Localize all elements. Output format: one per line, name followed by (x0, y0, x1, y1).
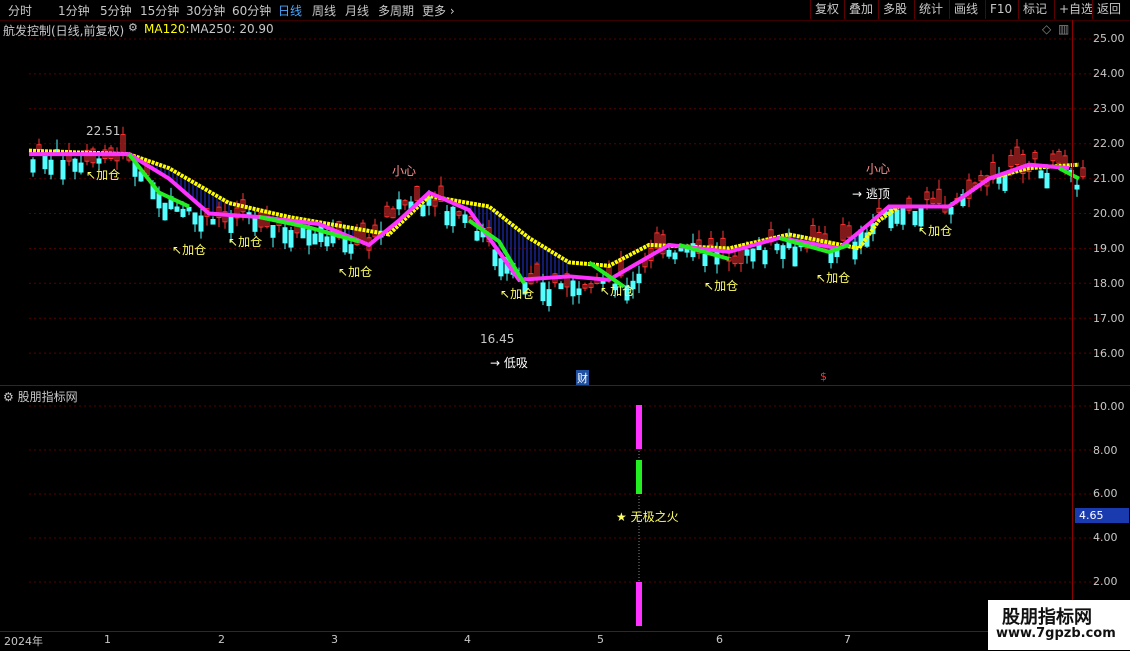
multi-stock-button[interactable]: 多股 (878, 0, 911, 19)
high-price-marker: 22.51 (86, 124, 121, 138)
y-tick: 23.00 (1093, 102, 1125, 115)
date-tick: 3 (331, 633, 338, 646)
f10-button[interactable]: F10 (985, 0, 1016, 19)
tab-monthly[interactable]: 月线 (345, 2, 369, 19)
chevron-right-icon: › (449, 4, 455, 18)
y-tick: 10.00 (1093, 400, 1125, 413)
add-position-text: 加仓 (182, 243, 207, 257)
date-axis: 2024年 1 2 3 4 5 6 7 (0, 631, 1072, 651)
date-tick: 5 (597, 633, 604, 646)
overlay-button[interactable]: 叠加 (844, 0, 877, 19)
finance-marker[interactable]: 财 (576, 370, 589, 386)
tab-60min[interactable]: 60分钟 (232, 2, 271, 19)
add-position-text: 加仓 (826, 271, 851, 285)
add-position-text: 加仓 (348, 265, 373, 279)
green-bar (636, 460, 642, 494)
tab-5min[interactable]: 5分钟 (100, 2, 132, 19)
y-tick: 4.00 (1093, 531, 1118, 544)
add-watchlist-button[interactable]: +自选 (1054, 0, 1097, 19)
add-position-text: 加仓 (238, 235, 263, 249)
restore-rights-button[interactable]: 复权 (810, 0, 843, 19)
ma250-label: MA250: 20.90 (190, 22, 274, 36)
indicator-panel-title: ⚙ 股朋指标网 (3, 388, 78, 405)
add-position-label: ↖加仓 (86, 168, 121, 182)
escape-label: → 逃顶 (852, 187, 890, 201)
price-axis: 25.00 24.00 23.00 22.00 21.00 20.00 19.0… (1072, 20, 1130, 632)
indicator-chart[interactable] (0, 386, 1130, 631)
tab-multi-period[interactable]: 多周期 (378, 2, 414, 19)
tab-15min[interactable]: 15分钟 (140, 2, 179, 19)
y-tick: 18.00 (1093, 277, 1125, 290)
tab-daily[interactable]: 日线 (278, 2, 302, 19)
add-position-label: ↖加仓 (600, 284, 635, 298)
date-tick: 2024年 (4, 635, 43, 648)
add-position-label: ↖加仓 (816, 271, 851, 285)
date-tick: 1 (104, 633, 111, 646)
date-tick: 2 (218, 633, 225, 646)
y-tick: 6.00 (1093, 487, 1118, 500)
add-position-text: 加仓 (928, 224, 953, 238)
panel-toggle-icon[interactable]: ▥ (1058, 22, 1069, 36)
back-button[interactable]: 返回 (1092, 0, 1125, 19)
low-price-marker: 16.45 (480, 332, 515, 346)
add-position-label: ↖加仓 (500, 287, 535, 301)
period-toolbar: 分时 1分钟 5分钟 15分钟 30分钟 60分钟 日线 周线 月线 多周期 更… (0, 0, 1130, 21)
add-position-text: 加仓 (714, 279, 739, 293)
indicator-name: 股朋指标网 (17, 390, 78, 404)
y-tick: 21.00 (1093, 172, 1125, 185)
site-watermark: 股朋指标网 www.7gpzb.com (988, 600, 1130, 650)
add-position-text: 加仓 (96, 168, 121, 182)
low-buy-label: → 低吸 (490, 356, 528, 370)
settings-gear-icon[interactable]: ⚙ (128, 21, 138, 34)
tab-timeshare[interactable]: 分时 (8, 2, 32, 19)
y-tick: 8.00 (1093, 444, 1118, 457)
current-value-badge: 4.65 (1075, 508, 1129, 523)
ma120-label: MA120: (144, 22, 190, 36)
add-position-text: 加仓 (610, 284, 635, 298)
dollar-marker[interactable]: $ (820, 370, 827, 383)
stock-title: 航发控制(日线,前复权) (3, 24, 125, 38)
watermark-url: www.7gpzb.com (996, 626, 1116, 641)
tab-weekly[interactable]: 周线 (312, 2, 336, 19)
y-tick: 20.00 (1093, 207, 1125, 220)
add-position-text: 加仓 (510, 287, 535, 301)
y-tick: 17.00 (1093, 312, 1125, 325)
date-tick: 7 (844, 633, 851, 646)
y-tick: 16.00 (1093, 347, 1125, 360)
add-position-label: ↖加仓 (338, 265, 373, 279)
y-tick: 2.00 (1093, 575, 1118, 588)
magenta-bar (636, 582, 642, 626)
add-position-label: ↖加仓 (228, 235, 263, 249)
add-position-label: ↖加仓 (704, 279, 739, 293)
y-tick: 25.00 (1093, 32, 1125, 45)
add-position-label: ↖加仓 (918, 224, 953, 238)
candlestick-chart[interactable] (0, 20, 1130, 385)
date-tick: 4 (464, 633, 471, 646)
settings-gear-icon[interactable]: ⚙ (3, 390, 14, 404)
caution-label: 小心 (392, 164, 417, 178)
caution-label: 小心 (866, 162, 891, 176)
date-tick: 6 (716, 633, 723, 646)
more-label: 更多 (422, 4, 447, 18)
tab-more[interactable]: 更多 › (422, 2, 455, 19)
tab-30min[interactable]: 30分钟 (186, 2, 225, 19)
statistics-button[interactable]: 统计 (914, 0, 947, 19)
y-tick: 22.00 (1093, 137, 1125, 150)
escape-text: 逃顶 (865, 187, 890, 201)
magenta-bar (636, 405, 642, 449)
y-tick: 24.00 (1093, 67, 1125, 80)
draw-line-button[interactable]: 画线 (949, 0, 982, 19)
signal-label: ★ 无极之火 (616, 510, 679, 524)
diamond-icon: ◇ (1042, 22, 1052, 36)
mark-button[interactable]: 标记 (1018, 0, 1051, 19)
y-tick: 19.00 (1093, 242, 1125, 255)
tab-1min[interactable]: 1分钟 (58, 2, 90, 19)
add-position-label: ↖加仓 (172, 243, 207, 257)
